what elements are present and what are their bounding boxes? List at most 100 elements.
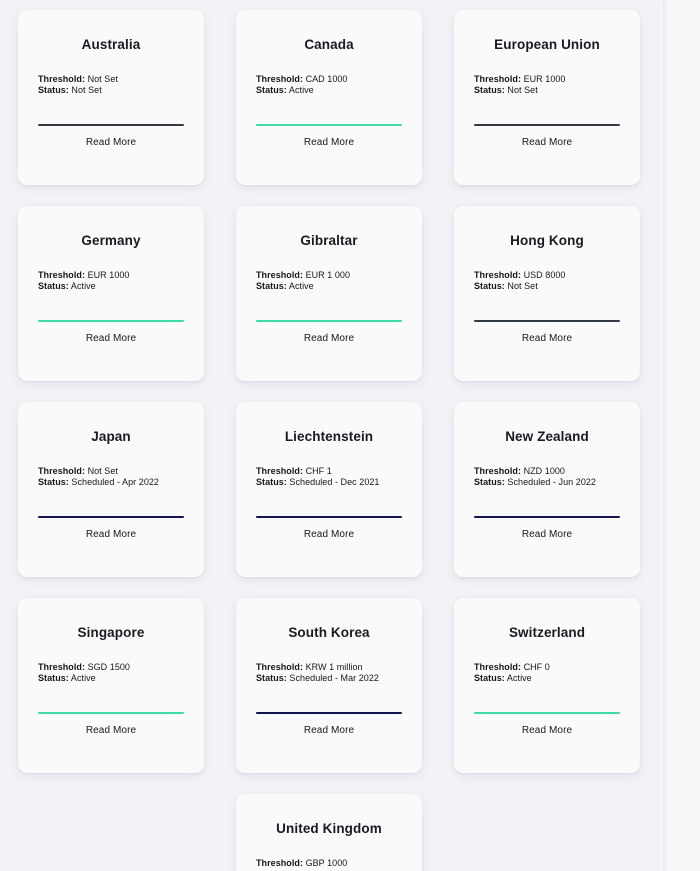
card-title: Switzerland (508, 625, 586, 640)
threshold-value: EUR 1 000 (305, 270, 351, 281)
country-card[interactable]: Germany Threshold: EUR 1000 Status: Active… (18, 206, 204, 381)
country-card[interactable]: Japan Threshold: Not Set Status: Scheduled… (18, 402, 204, 577)
status-value: Active (506, 673, 532, 684)
threshold-label: Threshold: (256, 270, 303, 281)
threshold-value: CHF 1 (305, 466, 332, 477)
threshold-value: USD 8000 (523, 270, 566, 281)
card-title: Australia (81, 37, 141, 52)
country-card[interactable]: New Zealand Threshold: NZD 1000 Status: Sc… (454, 402, 640, 577)
threshold-row: Threshold: CHF 0 (474, 662, 620, 673)
status-row: Status: Active (256, 281, 402, 292)
threshold-value: SGD 1500 (87, 662, 130, 673)
read-more-link[interactable]: Read More (38, 518, 184, 540)
status-row: Status: Scheduled - Apr 2022 (38, 477, 184, 488)
read-more-link[interactable]: Read More (38, 322, 184, 344)
status-value: Active (70, 281, 96, 292)
read-more-link[interactable]: Read More (474, 322, 620, 344)
status-label: Status: (38, 477, 69, 488)
read-more-link[interactable]: Read More (474, 518, 620, 540)
country-card[interactable]: Singapore Threshold: SGD 1500 Status: Acti… (18, 598, 204, 773)
threshold-value: Not Set (87, 74, 118, 85)
status-value: Active (70, 673, 96, 684)
status-label: Status: (256, 85, 287, 96)
country-card[interactable]: Switzerland Threshold: CHF 0 Status: Activ… (454, 598, 640, 773)
status-row: Status: Scheduled - Mar 2022 (256, 673, 402, 684)
status-value: Active (288, 85, 314, 96)
read-more-link[interactable]: Read More (474, 126, 620, 148)
status-row: Status: Active (38, 673, 184, 684)
page-root: Australia Threshold: Not Set Status: Not S… (0, 0, 700, 871)
threshold-value: CHF 0 (523, 662, 550, 673)
country-card[interactable]: United Kingdom Threshold: GBP 1000 (236, 794, 422, 871)
status-label: Status: (474, 85, 505, 96)
country-card[interactable]: South Korea Threshold: KRW 1 million Statu… (236, 598, 422, 773)
read-more-link[interactable]: Read More (38, 714, 184, 736)
card-title: Canada (304, 37, 354, 52)
threshold-value: EUR 1000 (87, 270, 130, 281)
threshold-value: GBP 1000 (305, 858, 348, 869)
threshold-row: Threshold: EUR 1000 (474, 74, 620, 85)
threshold-row: Threshold: EUR 1 000 (256, 270, 402, 281)
threshold-label: Threshold: (474, 662, 521, 673)
status-label: Status: (38, 673, 69, 684)
country-card[interactable]: Liechtenstein Threshold: CHF 1 Status: Sch… (236, 402, 422, 577)
status-row: Status: Active (256, 85, 402, 96)
status-value: Scheduled - Dec 2021 (289, 477, 380, 488)
card-title: Singapore (77, 625, 145, 640)
card-title: New Zealand (505, 429, 589, 444)
threshold-row: Threshold: Not Set (38, 74, 184, 85)
status-value: Scheduled - Apr 2022 (71, 477, 159, 488)
threshold-label: Threshold: (38, 662, 85, 673)
read-more-link[interactable]: Read More (256, 518, 402, 540)
status-value: Scheduled - Jun 2022 (507, 477, 596, 488)
card-title: Hong Kong (510, 233, 584, 248)
status-row: Status: Not Set (474, 281, 620, 292)
country-card[interactable]: Hong Kong Threshold: USD 8000 Status: Not … (454, 206, 640, 381)
status-row: Status: Active (474, 673, 620, 684)
status-row: Status: Not Set (474, 85, 620, 96)
status-label: Status: (38, 85, 69, 96)
read-more-link[interactable]: Read More (256, 126, 402, 148)
threshold-row: Threshold: SGD 1500 (38, 662, 184, 673)
threshold-label: Threshold: (38, 270, 85, 281)
threshold-row: Threshold: KRW 1 million (256, 662, 402, 673)
status-row: Status: Scheduled - Jun 2022 (474, 477, 620, 488)
status-label: Status: (474, 673, 505, 684)
status-row: Status: Active (38, 281, 184, 292)
status-label: Status: (38, 281, 69, 292)
threshold-value: NZD 1000 (523, 466, 565, 477)
status-label: Status: (256, 477, 287, 488)
threshold-label: Threshold: (474, 270, 521, 281)
threshold-value: CAD 1000 (305, 74, 348, 85)
country-card-grid: Australia Threshold: Not Set Status: Not S… (0, 0, 700, 871)
threshold-row: Threshold: CHF 1 (256, 466, 402, 477)
read-more-link[interactable]: Read More (256, 322, 402, 344)
threshold-label: Threshold: (256, 858, 303, 869)
threshold-label: Threshold: (474, 74, 521, 85)
country-card[interactable]: European Union Threshold: EUR 1000 Status:… (454, 10, 640, 185)
country-card[interactable]: Canada Threshold: CAD 1000 Status: Active R… (236, 10, 422, 185)
status-row: Status: Not Set (38, 85, 184, 96)
card-title: Germany (81, 233, 141, 248)
status-value: Scheduled - Mar 2022 (289, 673, 379, 684)
threshold-row: Threshold: USD 8000 (474, 270, 620, 281)
threshold-value: EUR 1000 (523, 74, 566, 85)
card-title: South Korea (288, 625, 370, 640)
country-card[interactable]: Gibraltar Threshold: EUR 1 000 Status: Act… (236, 206, 422, 381)
card-title: Gibraltar (300, 233, 358, 248)
threshold-value: Not Set (87, 466, 118, 477)
threshold-label: Threshold: (38, 74, 85, 85)
threshold-value: KRW 1 million (305, 662, 363, 673)
threshold-label: Threshold: (256, 466, 303, 477)
status-label: Status: (256, 673, 287, 684)
country-card[interactable]: Australia Threshold: Not Set Status: Not S… (18, 10, 204, 185)
status-row: Status: Scheduled - Dec 2021 (256, 477, 402, 488)
status-label: Status: (474, 281, 505, 292)
threshold-label: Threshold: (474, 466, 521, 477)
read-more-link[interactable]: Read More (38, 126, 184, 148)
read-more-link[interactable]: Read More (256, 714, 402, 736)
threshold-label: Threshold: (256, 662, 303, 673)
read-more-link[interactable]: Read More (474, 714, 620, 736)
status-value: Not Set (71, 85, 102, 96)
threshold-row: Threshold: EUR 1000 (38, 270, 184, 281)
